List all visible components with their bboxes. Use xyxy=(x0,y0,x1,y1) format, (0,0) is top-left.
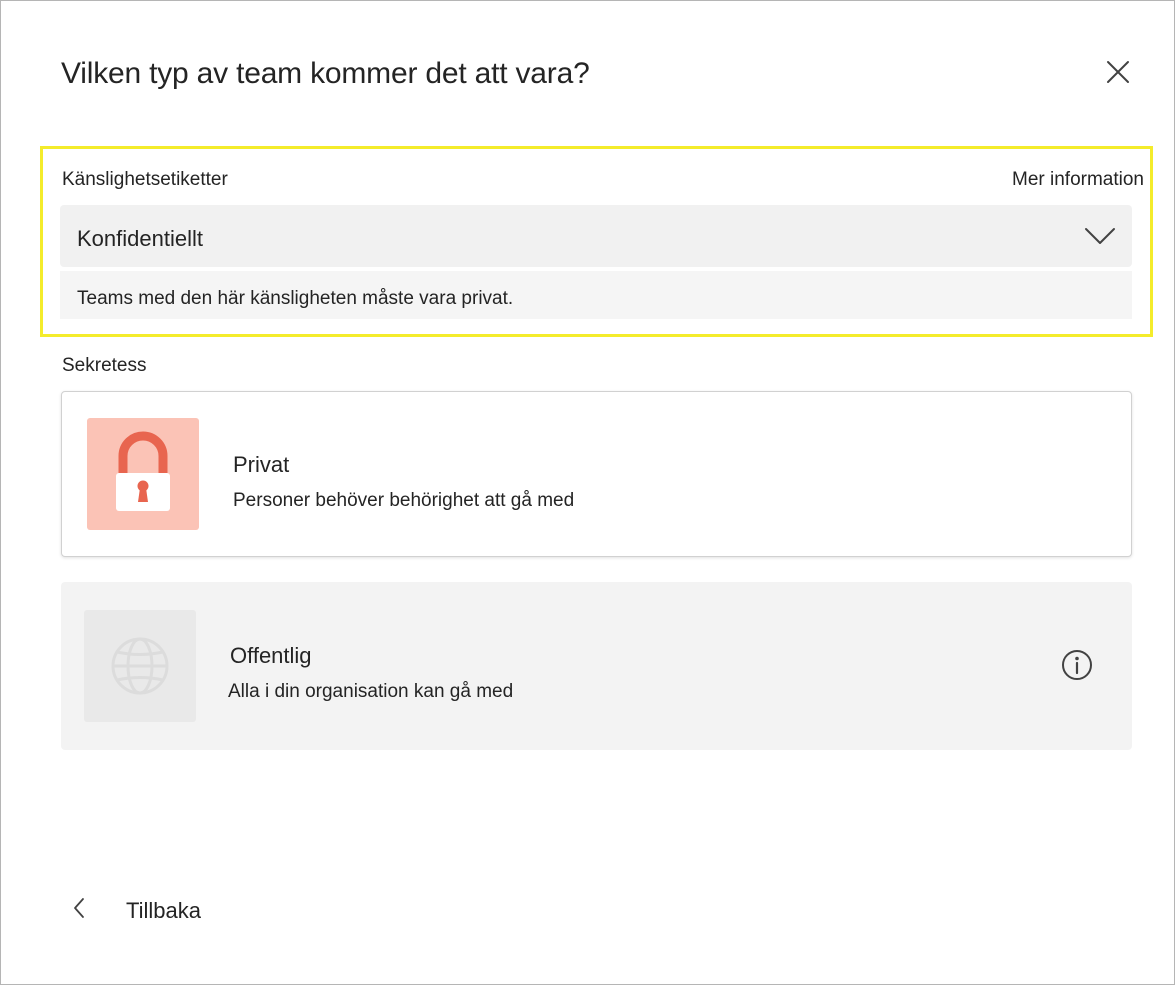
sensitivity-note: Teams med den här känsligheten måste var… xyxy=(60,271,1132,319)
public-option-description: Alla i din organisation kan gå med xyxy=(228,681,514,702)
chevron-down-icon xyxy=(1085,228,1115,244)
close-icon xyxy=(1107,61,1129,83)
private-icon-tile xyxy=(87,418,199,530)
chevron-left-icon xyxy=(74,898,84,918)
more-info-link[interactable]: Mer information xyxy=(1012,169,1144,191)
public-option-title: Offentlig xyxy=(230,643,312,668)
sensitivity-label: Känslighetsetiketter xyxy=(62,169,228,190)
globe-icon xyxy=(111,637,169,695)
private-option-description: Personer behöver behörighet att gå med xyxy=(233,490,575,511)
back-label: Tillbaka xyxy=(126,898,201,923)
dialog-title: Vilken typ av team kommer det att vara? xyxy=(61,57,590,90)
public-info-button[interactable] xyxy=(1060,648,1094,682)
privacy-option-public[interactable]: Offentlig Alla i din organisation kan gå… xyxy=(61,582,1132,750)
privacy-label: Sekretess xyxy=(62,355,147,376)
info-icon xyxy=(1062,650,1092,680)
back-button[interactable]: Tillbaka xyxy=(61,886,231,930)
public-icon-tile xyxy=(84,610,196,722)
sensitivity-selected-value: Konfidentiellt xyxy=(77,226,203,251)
privacy-option-private[interactable]: Privat Personer behöver behörighet att g… xyxy=(61,391,1132,557)
create-team-dialog: Vilken typ av team kommer det att vara? … xyxy=(0,0,1175,985)
sensitivity-dropdown[interactable]: Konfidentiellt xyxy=(60,205,1132,267)
private-option-title: Privat xyxy=(233,452,290,477)
sensitivity-note-text: Teams med den här känsligheten måste var… xyxy=(77,288,514,309)
lock-icon xyxy=(116,431,170,511)
close-button[interactable] xyxy=(1101,57,1133,89)
